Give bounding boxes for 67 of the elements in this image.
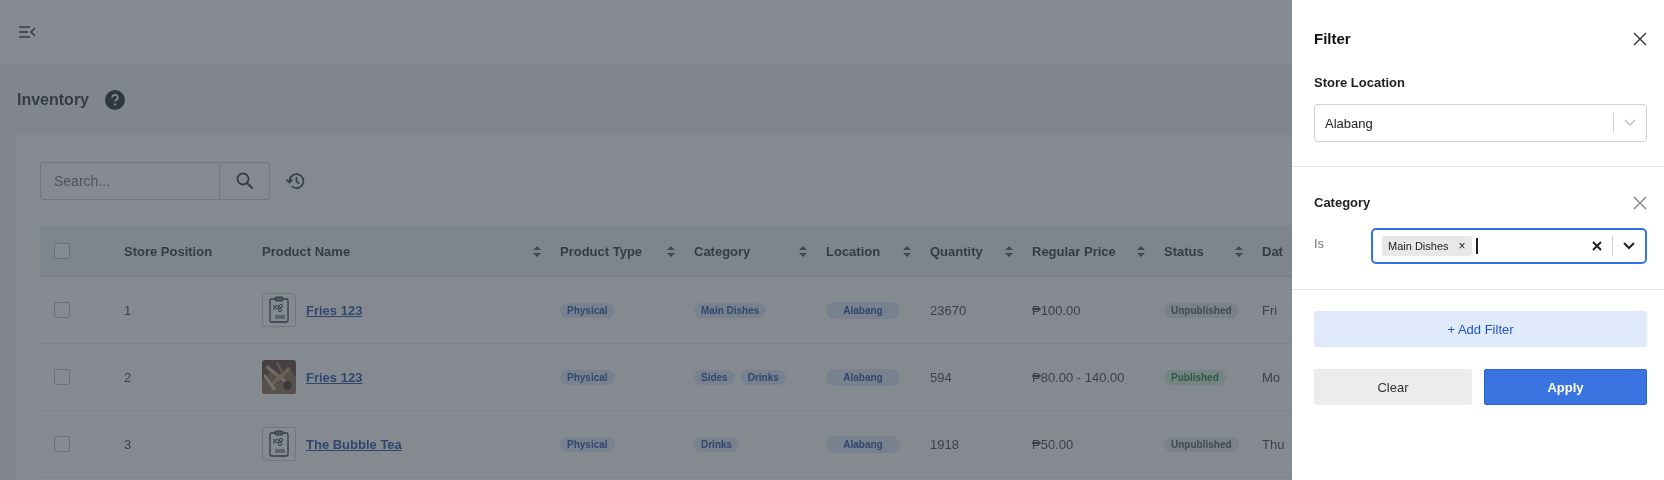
- tag: Alabang: [826, 435, 900, 453]
- search-icon: [235, 172, 254, 190]
- sort-icon[interactable]: [1136, 244, 1146, 258]
- status-tag: Published: [1164, 370, 1226, 385]
- operator-label: Is: [1314, 235, 1326, 251]
- sort-icon[interactable]: [1234, 244, 1244, 258]
- remove-filter-icon[interactable]: [1633, 195, 1647, 210]
- table-cell: 23670: [930, 302, 967, 318]
- checkbox[interactable]: [54, 243, 70, 260]
- sort-icon[interactable]: [532, 244, 542, 258]
- panel-title: Filter: [1314, 30, 1351, 47]
- column-header: Status: [1164, 243, 1204, 259]
- tag: Physical: [560, 437, 615, 452]
- checkbox[interactable]: [54, 369, 70, 386]
- field-label: Store Location: [1314, 75, 1406, 90]
- chevron-down-icon[interactable]: [1623, 242, 1635, 250]
- table-cell: Fri: [1262, 302, 1278, 318]
- status-tag: Unpublished: [1164, 437, 1239, 452]
- column-header: Product Name: [262, 243, 351, 259]
- table-cell: 1918: [930, 436, 959, 452]
- field-label: Category: [1314, 195, 1371, 210]
- status-tag: Unpublished: [1164, 303, 1239, 318]
- tag: Alabang: [826, 301, 900, 319]
- menu-icon[interactable]: [18, 25, 36, 39]
- category-select[interactable]: Main Dishes ×: [1371, 228, 1647, 264]
- location-select[interactable]: Alabang: [1314, 104, 1647, 142]
- history-icon[interactable]: [286, 171, 306, 191]
- table-cell: ₱80.00 - 140.00: [1032, 369, 1125, 385]
- clear-icon[interactable]: [1592, 241, 1602, 251]
- help-icon[interactable]: [105, 90, 125, 110]
- tag: Drinks: [740, 369, 786, 385]
- column-header: Store Position: [124, 243, 213, 259]
- column-header: Location: [826, 243, 881, 259]
- checkbox[interactable]: [54, 302, 70, 319]
- tag: Drinks: [694, 436, 740, 452]
- sort-icon[interactable]: [798, 244, 808, 258]
- tag: Physical: [560, 370, 615, 385]
- tag: Main Dishes: [694, 302, 767, 318]
- tag: Alabang: [826, 368, 900, 386]
- apply-button[interactable]: Apply: [1484, 369, 1647, 405]
- close-icon[interactable]: [1633, 31, 1647, 46]
- chip-label: Main Dishes: [1388, 240, 1449, 252]
- clear-button[interactable]: Clear: [1314, 369, 1472, 405]
- table-cell: 594: [930, 369, 952, 385]
- table-cell: ₱100.00: [1032, 302, 1081, 318]
- column-header: Quantity: [930, 243, 983, 259]
- table-cell: 2: [124, 369, 132, 385]
- table-cell: 3: [124, 436, 132, 452]
- search-button[interactable]: [220, 162, 270, 200]
- chip-remove-button[interactable]: ×: [1458, 239, 1466, 253]
- sort-icon[interactable]: [902, 244, 912, 258]
- table-cell: ₱50.00: [1032, 436, 1074, 452]
- table-cell: Mo: [1262, 369, 1281, 385]
- tag: Physical: [560, 303, 615, 318]
- chevron-down-icon: [1624, 119, 1636, 127]
- table-cell: Thu: [1262, 436, 1285, 452]
- table-cell: 1: [124, 302, 132, 318]
- checkbox[interactable]: [54, 436, 70, 453]
- page-title: Inventory: [17, 91, 89, 109]
- column-header: Dat: [1262, 243, 1283, 259]
- column-header: Product Type: [560, 243, 643, 259]
- column-header: Category: [694, 243, 751, 259]
- sort-icon[interactable]: [1004, 244, 1014, 258]
- column-header: Regular Price: [1032, 243, 1116, 259]
- add-filter-button[interactable]: + Add Filter: [1314, 311, 1647, 347]
- sort-icon[interactable]: [666, 244, 676, 258]
- tag: Sides: [694, 369, 735, 385]
